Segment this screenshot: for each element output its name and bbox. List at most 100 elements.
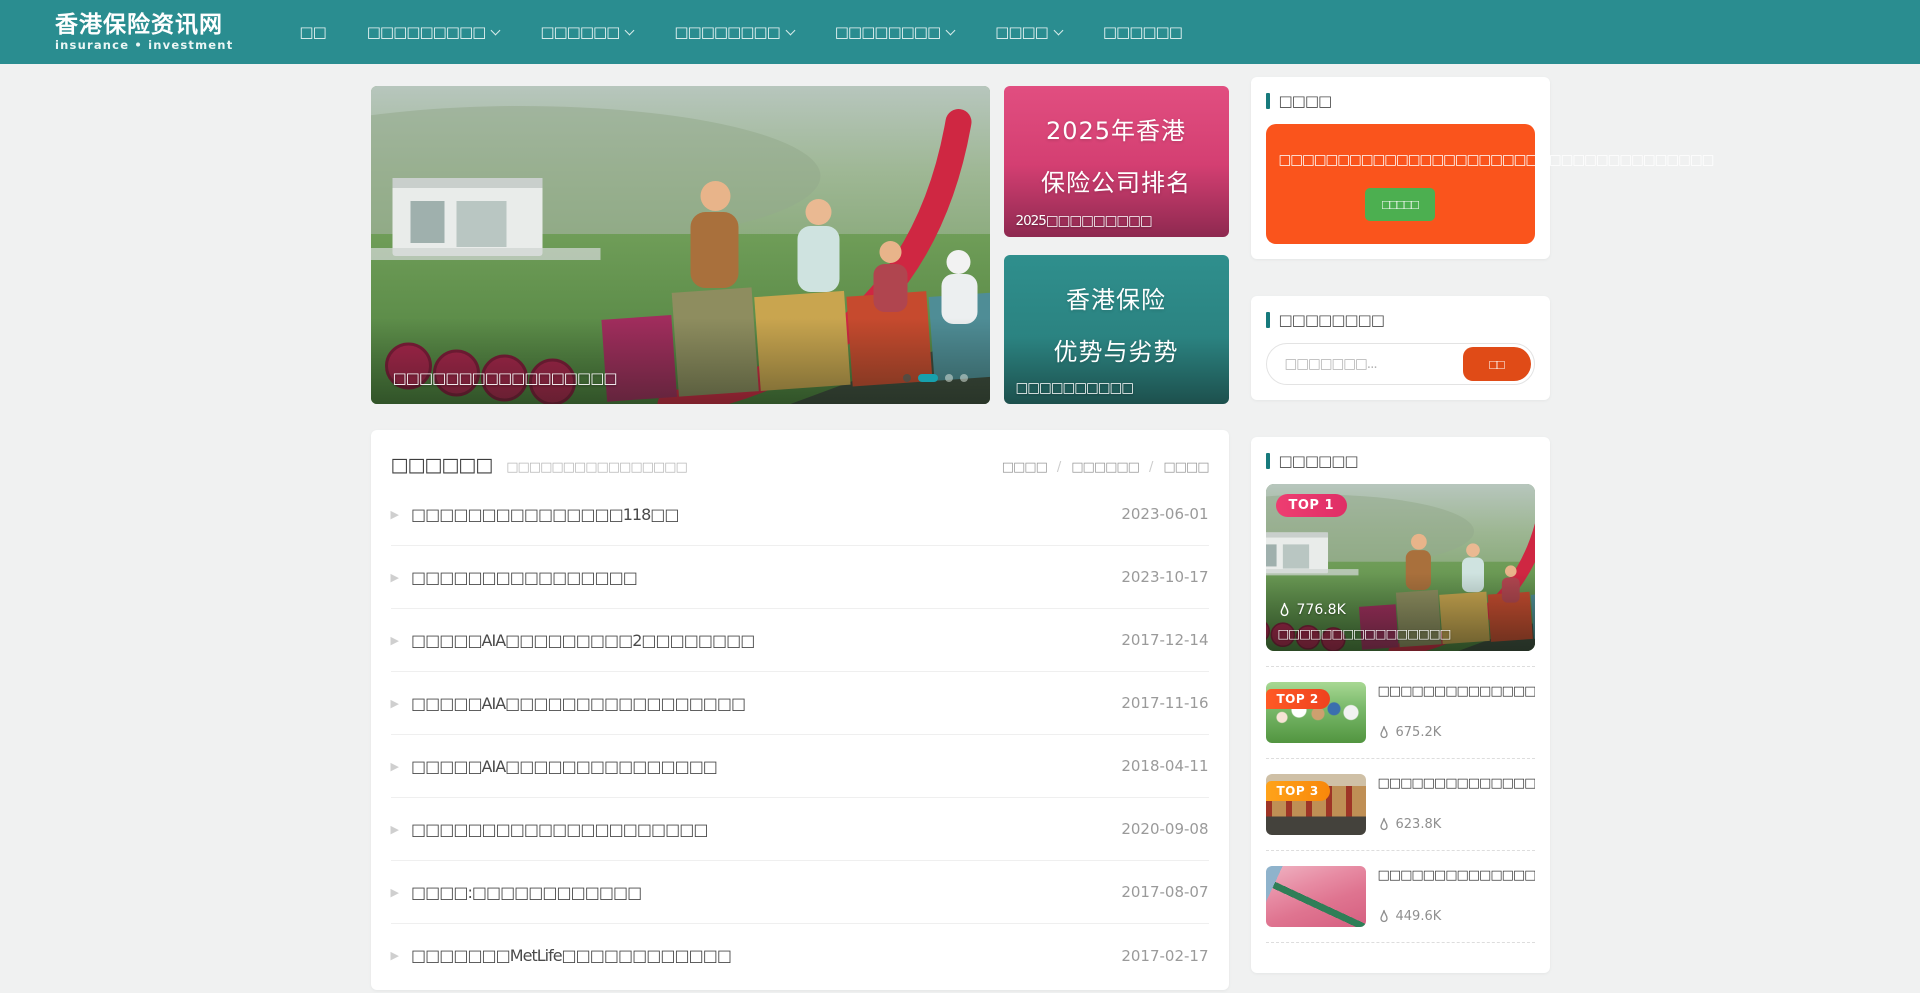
hot-row-info: □□□□□□□□□□□□□□□□□2024□11□□ 449.6K (1378, 866, 1535, 927)
nav-item-label: □□ (299, 23, 325, 41)
article-list-subtitle: □□□□□□□□□□□□□□□□ (506, 460, 687, 475)
hot-row[interactable]: TOP 3 □□□□□□□□□□□□□□□□□□□□□2024□□ 623.8K (1266, 774, 1535, 835)
dashed-divider (1266, 758, 1535, 759)
article-filter-link[interactable]: □□□□ (1163, 460, 1208, 475)
arrow-right-icon: ▶ (391, 571, 399, 584)
article-filter-link[interactable]: □□□□ (1002, 460, 1047, 475)
article-row[interactable]: ▶ □□□□:□□□□□□□□□□□□ 2017-08-07 (391, 861, 1209, 924)
carousel-dot[interactable] (945, 374, 953, 382)
consult-button[interactable]: □□□□□ (1365, 188, 1435, 221)
hot-row-title: □□□□□□□□□□□□□□□□□2024□11□□ (1378, 868, 1535, 883)
hot-row-thumbnail: TOP 2 (1266, 682, 1366, 743)
chevron-down-icon (1053, 25, 1063, 35)
hot-row-thumbnail (1266, 866, 1366, 927)
banner-line2: 保险公司排名 (1004, 158, 1229, 210)
article-title: □□□□□AIA□□□□□□□□□2□□□□□□□□ (411, 631, 754, 650)
link-separator: / (1057, 460, 1061, 475)
accent-bar (1266, 93, 1270, 109)
hot-row-thumbnail: TOP 3 (1266, 774, 1366, 835)
article-row[interactable]: ▶ □□□□□□□□□□□□□□□118□□ 2023-06-01 (391, 483, 1209, 546)
banner-caption: 2025□□□□□□□□□ (1016, 213, 1152, 229)
flame-icon (1378, 909, 1390, 924)
carousel-caption[interactable]: □□□□□□□□□□□□□□□□□ (393, 369, 617, 387)
consult-widget: □□□□ □□□□□□□□□□□□□□□□□□□□□□□□□□□□□□□□□□□… (1251, 77, 1550, 259)
carousel-dot[interactable] (960, 374, 968, 382)
top3-badge: TOP 3 (1266, 781, 1330, 801)
nav-item-2[interactable]: □□□□□□ (540, 23, 633, 41)
search-box: □□ (1266, 343, 1535, 385)
arrow-right-icon: ▶ (391, 697, 399, 710)
banner-caption: □□□□□□□□□□ (1016, 380, 1134, 396)
article-row[interactable]: ▶ □□□□□□□MetLife□□□□□□□□□□□□ 2017-02-17 (391, 924, 1209, 987)
promo-banners: 2025年香港 保险公司排名 2025□□□□□□□□□ 香港保险 优势与劣势 … (1004, 86, 1229, 404)
article-filter-link[interactable]: □□□□□□ (1071, 460, 1139, 475)
article-date: 2023-10-17 (1101, 568, 1208, 586)
article-title: □□□□□AIA□□□□□□□□□□□□□□□ (411, 757, 717, 776)
arrow-right-icon: ▶ (391, 760, 399, 773)
article-date: 2023-06-01 (1101, 505, 1208, 523)
hot-articles-widget: □□□□□□ TOP 1 776.8K □□□□□□□□□□□□□□□□ TOP… (1251, 437, 1550, 973)
article-row[interactable]: ▶ □□□□□AIA□□□□□□□□□□□□□□□□□ 2017-11-16 (391, 672, 1209, 735)
nav-item-5[interactable]: □□□□ (995, 23, 1062, 41)
dashed-divider (1266, 850, 1535, 851)
carousel-shade (371, 318, 990, 404)
arrow-right-icon: ▶ (391, 508, 399, 521)
dashed-divider (1266, 666, 1535, 667)
flame-icon (1378, 817, 1390, 832)
search-button[interactable]: □□ (1463, 347, 1531, 381)
accent-bar (1266, 312, 1270, 328)
nav-item-6[interactable]: □□□□□□ (1103, 23, 1182, 41)
nav-item-label: □□□□□□ (540, 23, 619, 41)
top1-views: 776.8K (1278, 602, 1346, 618)
accent-bar (1266, 453, 1270, 469)
nav-item-home[interactable]: □□ (299, 23, 325, 41)
search-heading: □□□□□□□□ (1266, 311, 1535, 329)
hot-row-views: 675.2K (1378, 725, 1535, 740)
article-list-header: □□□□□□ □□□□□□□□□□□□□□□□ □□□□ / □□□□□□ / … (391, 454, 1209, 476)
carousel-dot-active[interactable] (918, 374, 938, 382)
page-content: □□□□□□□□□□□□□□□□□ 2025年香港 保险公司排名 2025□□□… (371, 77, 1550, 990)
flame-icon (1278, 602, 1291, 618)
hot-row-view-count: 623.8K (1396, 817, 1442, 832)
search-input[interactable] (1270, 355, 1463, 373)
site-logo[interactable]: 香港保险资讯网 insurance • investment (55, 12, 233, 52)
article-date: 2020-09-08 (1101, 820, 1208, 838)
hero-carousel[interactable]: □□□□□□□□□□□□□□□□□ (371, 86, 990, 404)
flame-icon (1378, 725, 1390, 740)
hot-row-title: □□□□□□□□□□□□□□ (1378, 684, 1535, 699)
nav-item-3[interactable]: □□□□□□□□ (674, 23, 793, 41)
nav-item-4[interactable]: □□□□□□□□ (835, 23, 954, 41)
hero-section: □□□□□□□□□□□□□□□□□ 2025年香港 保险公司排名 2025□□□… (371, 86, 1229, 404)
nav-item-label: □□□□ (995, 23, 1048, 41)
arrow-right-icon: ▶ (391, 634, 399, 647)
dashed-divider (1266, 942, 1535, 943)
article-row[interactable]: ▶ □□□□□□□□□□□□□□□□ 2023-10-17 (391, 546, 1209, 609)
article-title: □□□□□□□MetLife□□□□□□□□□□□□ (411, 946, 731, 965)
article-row[interactable]: ▶ □□□□□AIA□□□□□□□□□□□□□□□ 2018-04-11 (391, 735, 1209, 798)
chevron-down-icon (946, 25, 956, 35)
banner-2025-ranking[interactable]: 2025年香港 保险公司排名 2025□□□□□□□□□ (1004, 86, 1229, 237)
consult-box: □□□□□□□□□□□□□□□□□□□□□□□□□□□□□□□□□□□□□ □□… (1266, 124, 1535, 244)
article-date: 2018-04-11 (1101, 757, 1208, 775)
search-heading-label: □□□□□□□□ (1279, 311, 1384, 329)
banner-text: 香港保险 优势与劣势 (1004, 255, 1229, 378)
hot-row[interactable]: TOP 2 □□□□□□□□□□□□□□ 675.2K (1266, 682, 1535, 743)
article-row[interactable]: ▶ □□□□□□□□□□□□□□□□□□□□□ 2020-09-08 (391, 798, 1209, 861)
link-separator: / (1149, 460, 1153, 475)
nav-item-label: □□□□□□□□ (835, 23, 940, 41)
search-widget: □□□□□□□□ □□ (1251, 296, 1550, 400)
banner-pros-cons[interactable]: 香港保险 优势与劣势 □□□□□□□□□□ (1004, 255, 1229, 404)
top1-badge: TOP 1 (1276, 494, 1348, 517)
arrow-right-icon: ▶ (391, 949, 399, 962)
hot-row-info: □□□□□□□□□□□□□□ 675.2K (1378, 682, 1535, 743)
carousel-dot[interactable] (903, 374, 911, 382)
nav-item-label: □□□□□□ (1103, 23, 1182, 41)
banner-line2: 优势与劣势 (1004, 327, 1229, 379)
hot-top1-card[interactable]: TOP 1 776.8K □□□□□□□□□□□□□□□□ (1266, 484, 1535, 651)
banner-line1: 2025年香港 (1004, 106, 1229, 158)
top-nav-bar: 香港保险资讯网 insurance • investment □□ □□□□□□… (0, 0, 1920, 64)
nav-item-1[interactable]: □□□□□□□□□ (367, 23, 500, 41)
hot-row-view-count: 675.2K (1396, 725, 1442, 740)
article-row[interactable]: ▶ □□□□□AIA□□□□□□□□□2□□□□□□□□ 2017-12-14 (391, 609, 1209, 672)
hot-row[interactable]: □□□□□□□□□□□□□□□□□2024□11□□ 449.6K (1266, 866, 1535, 927)
